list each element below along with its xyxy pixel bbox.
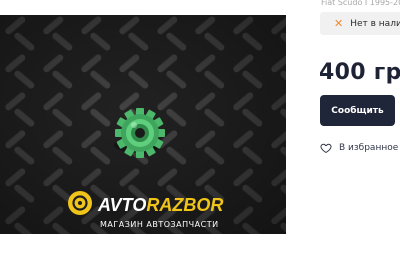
watermark-brand-a: AVTO bbox=[97, 195, 146, 215]
heart-icon bbox=[320, 143, 332, 153]
watermark-brand-b: RAZBOR bbox=[146, 195, 223, 215]
add-to-favorites[interactable]: В избранное bbox=[320, 140, 398, 156]
price: 400 грн bbox=[319, 60, 400, 85]
product-photo[interactable]: AVTORAZBOR МАГАЗИН АВТОЗАПЧАСТИ bbox=[0, 15, 286, 234]
watermark-tagline: МАГАЗИН АВТОЗАПЧАСТИ bbox=[100, 220, 219, 229]
stock-status-label: Нет в наличии bbox=[350, 18, 400, 29]
favorite-label: В избранное bbox=[339, 143, 399, 153]
breadcrumb[interactable]: Fiat Scudo I 1995-2007 bbox=[321, 0, 400, 9]
watermark-logo bbox=[68, 191, 92, 215]
stock-status-badge: ✕ Нет в наличии bbox=[320, 12, 400, 35]
watermark-brand: AVTORAZBOR bbox=[97, 195, 223, 215]
report-button[interactable]: Сообщить bbox=[320, 95, 395, 126]
x-icon: ✕ bbox=[334, 16, 344, 30]
